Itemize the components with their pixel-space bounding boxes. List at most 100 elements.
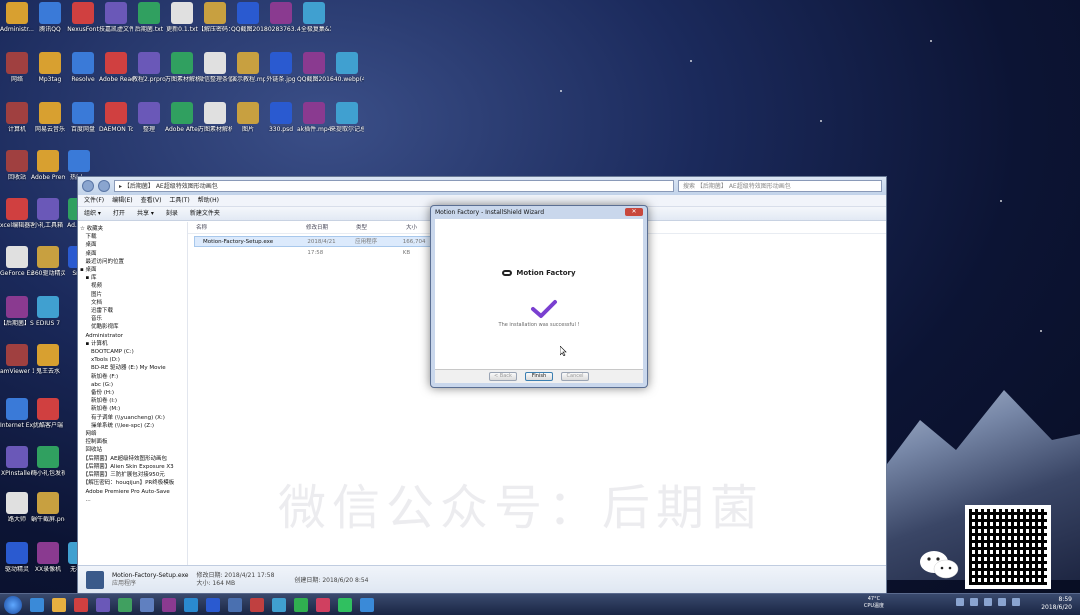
tree-item[interactable]: 下载 bbox=[80, 233, 185, 241]
tree-item[interactable]: Administrator bbox=[80, 332, 185, 340]
file-row[interactable]: Motion-Factory-Setup.exe 2018/4/21 17:58… bbox=[194, 236, 434, 256]
desktop-icon[interactable]: xcel编辑器客户端 bbox=[0, 198, 34, 229]
desktop-icon[interactable]: 后期菌.txt bbox=[132, 2, 166, 33]
tray-icon[interactable] bbox=[956, 598, 964, 606]
organize-button[interactable]: 组织 ▾ bbox=[84, 207, 101, 220]
desktop-icon[interactable]: 万图素材解析器插_files bbox=[165, 52, 199, 83]
desktop-icon[interactable]: 4全极复集&发达集.xlsx bbox=[297, 2, 331, 33]
desktop-icon[interactable]: QQ截图20180619... bbox=[297, 52, 331, 83]
after-effects-icon[interactable] bbox=[96, 597, 110, 612]
col-date[interactable]: 修改日期 bbox=[298, 222, 348, 233]
search-input[interactable]: 搜索 【后期菌】 AE超级特效图形动画包 bbox=[678, 180, 882, 192]
premiere-icon[interactable] bbox=[162, 597, 176, 612]
desktop-icon[interactable]: Administr... bbox=[0, 2, 34, 33]
new-folder-button[interactable]: 新建文件夹 bbox=[190, 207, 220, 220]
media-icon[interactable] bbox=[74, 597, 88, 612]
player-icon[interactable] bbox=[184, 597, 198, 612]
desktop-icon[interactable]: 技嘉凯虚文件获取器.exe bbox=[99, 2, 133, 33]
app-icon[interactable] bbox=[294, 597, 308, 612]
chrome-icon[interactable] bbox=[272, 597, 286, 612]
desktop-icon[interactable]: 路大师 bbox=[0, 492, 34, 523]
explorer-icon[interactable] bbox=[52, 597, 66, 612]
tree-item[interactable]: 操单系统 (\\lee-spc) (Z:) bbox=[80, 422, 185, 430]
desktop-icon[interactable]: XX录像机 bbox=[31, 542, 65, 573]
app-icon[interactable] bbox=[250, 597, 264, 612]
menu-edit[interactable]: 编辑(E) bbox=[112, 195, 132, 206]
desktop-icon[interactable]: Adobe Reader XI bbox=[99, 52, 133, 83]
finish-button[interactable]: Finish bbox=[525, 372, 553, 381]
desktop-icon[interactable]: 教程2.prproj bbox=[132, 52, 166, 83]
tree-item[interactable]: Adobe Premiere Pro Auto-Save bbox=[80, 488, 185, 496]
col-name[interactable]: 名称 bbox=[188, 222, 298, 233]
volume-icon[interactable] bbox=[998, 598, 1006, 606]
desktop-icon[interactable]: 360驱动精灵 bbox=[31, 246, 65, 277]
tree-item[interactable]: 视频 bbox=[80, 282, 185, 290]
tree-item[interactable]: 备份 (H:) bbox=[80, 389, 185, 397]
start-button[interactable] bbox=[4, 595, 22, 614]
tree-item[interactable]: 音乐 bbox=[80, 315, 185, 323]
wechat-taskbar-icon[interactable] bbox=[338, 597, 352, 612]
tray-icon[interactable] bbox=[984, 598, 992, 606]
desktop-icon[interactable]: 图片 bbox=[231, 102, 265, 133]
desktop-icon[interactable]: 【解压密码：houqiju... bbox=[198, 2, 232, 33]
desktop-icon[interactable]: 外链条.jpg bbox=[264, 52, 298, 83]
clock[interactable]: 8:59 2018/6/20 bbox=[1041, 596, 1072, 612]
desktop-icon[interactable]: 整理 bbox=[132, 102, 166, 133]
desktop-icon[interactable]: 万图素材解析器插.html bbox=[198, 102, 232, 133]
network-icon[interactable] bbox=[1012, 598, 1020, 606]
tree-item[interactable]: 新加卷 (I:) bbox=[80, 397, 185, 405]
tree-item[interactable]: 文档 bbox=[80, 299, 185, 307]
photoshop-icon[interactable] bbox=[206, 597, 220, 612]
desktop-icon[interactable]: 微信整理条值 bbox=[198, 52, 232, 83]
col-type[interactable]: 类型 bbox=[348, 222, 398, 233]
tree-item[interactable]: ... bbox=[80, 496, 185, 504]
tree-item[interactable]: 新加卷 (M:) bbox=[80, 405, 185, 413]
desktop-icon[interactable]: 蜗牛截屏.png bbox=[31, 492, 65, 523]
desktop-icon[interactable]: EDIUS 7 bbox=[31, 296, 65, 327]
desktop-icon[interactable]: Adobe After Effects CC... bbox=[165, 102, 199, 133]
forward-button[interactable] bbox=[98, 180, 110, 192]
tree-item[interactable]: ▪ 计算机 bbox=[80, 340, 185, 348]
desktop-icon[interactable]: 小礼工具箱 bbox=[31, 198, 65, 229]
tree-item[interactable]: 图片 bbox=[80, 291, 185, 299]
app-icon[interactable] bbox=[228, 597, 242, 612]
tray-icon[interactable] bbox=[970, 598, 978, 606]
tree-item[interactable]: xTools (D:) bbox=[80, 356, 185, 364]
open-button[interactable]: 打开 bbox=[113, 207, 125, 220]
desktop-icon[interactable]: 来提取尔记总表.xlsx bbox=[330, 102, 364, 133]
desktop-icon[interactable]: 330.psd bbox=[264, 102, 298, 133]
desktop-icon[interactable]: 80283763... bbox=[264, 2, 298, 33]
desktop-icon[interactable]: NexusFont bbox=[66, 2, 100, 33]
tree-item[interactable]: 控制面板 bbox=[80, 438, 185, 446]
desktop-icon[interactable]: 回收站 bbox=[0, 150, 34, 181]
ie-icon[interactable] bbox=[30, 597, 44, 612]
app-icon[interactable] bbox=[118, 597, 132, 612]
desktop-icon[interactable]: 网易云音乐 bbox=[33, 102, 67, 133]
tree-item[interactable]: 【后期菌】三防扩展包对接950元 bbox=[80, 471, 185, 479]
burn-button[interactable]: 刻录 bbox=[166, 207, 178, 220]
app-icon[interactable] bbox=[316, 597, 330, 612]
desktop-icon[interactable]: 更新0.1.txt bbox=[165, 2, 199, 33]
back-button[interactable]: < Back bbox=[489, 372, 517, 381]
desktop-icon[interactable]: 腾讯QQ bbox=[33, 2, 67, 33]
desktop-icon[interactable]: 驱动精灵 bbox=[0, 542, 34, 573]
share-button[interactable]: 共享 ▾ bbox=[137, 207, 154, 220]
desktop-icon[interactable]: 百度网盘 bbox=[66, 102, 100, 133]
menu-help[interactable]: 帮助(H) bbox=[198, 195, 219, 206]
tree-item[interactable]: 网络 bbox=[80, 430, 185, 438]
app-icon[interactable] bbox=[360, 597, 374, 612]
desktop-icon[interactable]: 计算机 bbox=[0, 102, 34, 133]
back-button[interactable] bbox=[82, 180, 94, 192]
tree-item[interactable]: 迅雷下载 bbox=[80, 307, 185, 315]
tree-item[interactable]: BD-RE 驱动器 (E:) My Movie bbox=[80, 364, 185, 372]
desktop-icon[interactable]: 优酷客户端 bbox=[31, 398, 65, 429]
cancel-button[interactable]: Cancel bbox=[561, 372, 589, 381]
tree-item[interactable]: abc (G:) bbox=[80, 381, 185, 389]
tree-item[interactable]: ▪ 桌面 bbox=[80, 266, 185, 274]
tree-item[interactable]: 最近访问的位置 bbox=[80, 258, 185, 266]
tree-item[interactable]: 桌面 bbox=[80, 241, 185, 249]
desktop-icon[interactable]: QQ截图20180612... bbox=[231, 2, 265, 33]
tree-item[interactable]: ▪ 库 bbox=[80, 274, 185, 282]
desktop-icon[interactable]: Internet Explorer bbox=[0, 398, 34, 429]
desktop-icon[interactable]: 【后期菌】Skin Sm... bbox=[0, 296, 34, 327]
